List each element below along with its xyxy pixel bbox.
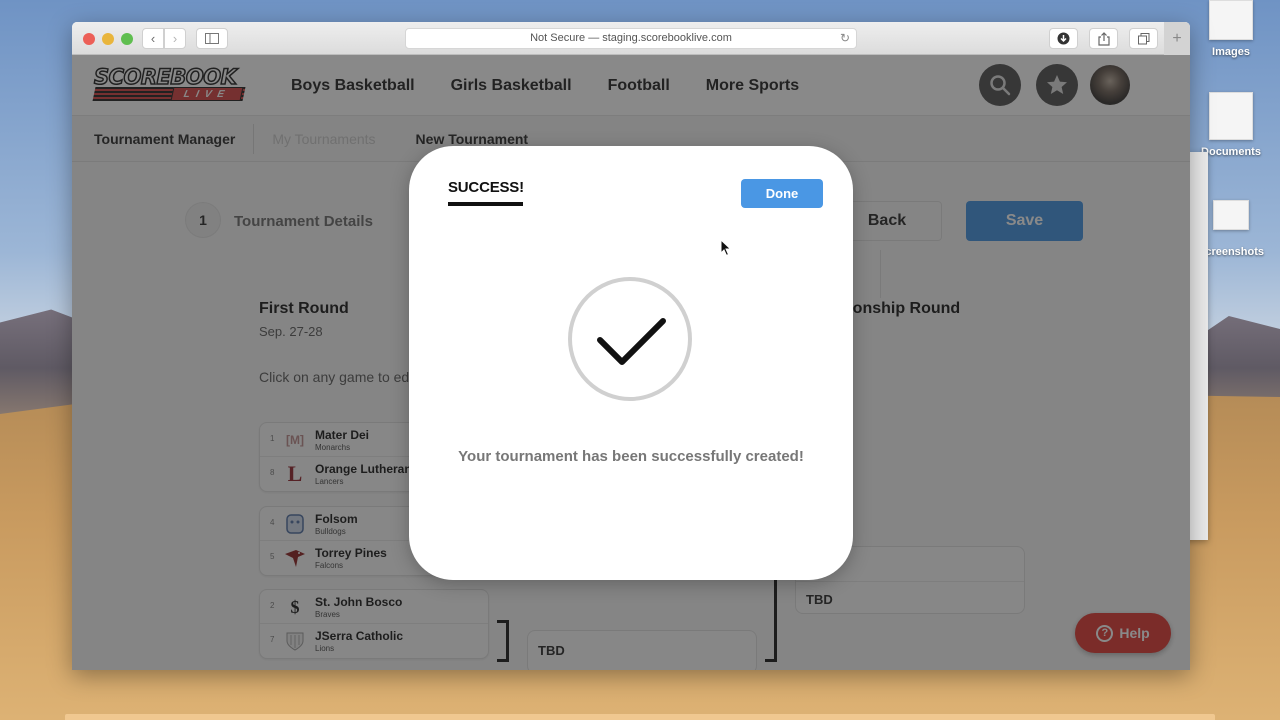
address-bar[interactable]: Not Secure — staging.scorebooklive.com ↻ [405, 28, 857, 49]
desktop-icon-images[interactable]: Images [1190, 0, 1272, 58]
browser-toolbar: ‹ › Not Secure — staging.scorebooklive.c… [72, 22, 1190, 55]
address-text: Not Secure — staging.scorebooklive.com [530, 32, 732, 44]
tabs-icon [1137, 32, 1149, 44]
chevron-left-icon: ‹ [150, 31, 156, 46]
modal-message: Your tournament has been successfully cr… [458, 448, 804, 465]
modal-title: SUCCESS! [448, 179, 524, 196]
share-button[interactable] [1089, 28, 1118, 49]
reload-icon[interactable]: ↻ [840, 29, 850, 48]
close-window-button[interactable] [83, 33, 95, 45]
zoom-window-button[interactable] [121, 33, 133, 45]
title-underline [448, 202, 523, 206]
download-icon [1057, 32, 1070, 45]
new-tab-button[interactable]: + [1164, 22, 1190, 55]
chevron-right-icon: › [172, 31, 178, 46]
checkmark-circle-icon [568, 277, 692, 401]
document-icon [1209, 92, 1253, 140]
success-modal: SUCCESS! Done Your tournament has been s… [409, 146, 853, 580]
screenshot-stack-icon [1213, 200, 1249, 230]
desktop-icon-documents[interactable]: Documents [1190, 92, 1272, 158]
downloads-button[interactable] [1049, 28, 1078, 49]
dock-edge [65, 714, 1215, 720]
plus-icon: + [1172, 29, 1182, 47]
minimize-window-button[interactable] [102, 33, 114, 45]
forward-nav-button[interactable]: › [164, 28, 186, 49]
sidebar-toggle-button[interactable] [196, 28, 228, 49]
show-tabs-button[interactable] [1129, 28, 1158, 49]
sidebar-icon [205, 33, 219, 44]
share-icon [1097, 31, 1110, 46]
folder-icon [1209, 0, 1253, 40]
mouse-cursor-icon [720, 239, 732, 257]
desktop-icon-label: Images [1212, 46, 1250, 58]
done-button[interactable]: Done [741, 179, 823, 208]
back-nav-button[interactable]: ‹ [142, 28, 164, 49]
